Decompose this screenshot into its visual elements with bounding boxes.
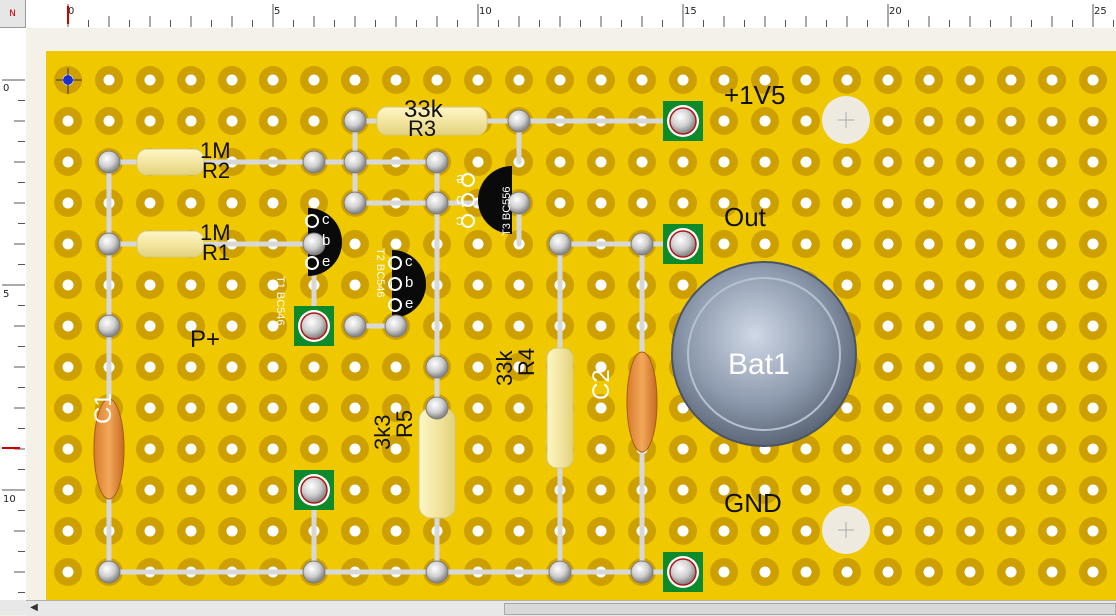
- stripboard[interactable]: [26, 28, 1116, 600]
- solder-node-0: [97, 150, 121, 174]
- ruler-ticks-top: [67, 4, 1114, 27]
- r4-name-label: R4: [514, 347, 539, 376]
- solder-node-18: [302, 560, 326, 584]
- solder-node-10: [425, 191, 449, 215]
- horizontal-scrollbar[interactable]: ◀: [26, 600, 1116, 616]
- out-label: Out: [724, 202, 766, 232]
- vertical-ruler: 0 5 10: [0, 28, 27, 600]
- pcb-canvas[interactable]: 33k R3 1M R2 1M R1 P+ +1V5 Out GND Bat1 …: [26, 28, 1116, 600]
- t1-pin-c: c: [322, 211, 330, 228]
- terminal-gnd-hole: [669, 558, 697, 586]
- terminal-p-plus-hole: [300, 312, 328, 340]
- solder-node-17: [630, 232, 654, 256]
- capacitor-c2: [626, 351, 658, 453]
- ruler-ticks-left: [2, 79, 25, 593]
- ruler-origin-button[interactable]: N: [0, 0, 26, 28]
- bat1-label: Bat1: [728, 348, 790, 381]
- horizontal-ruler: 0 5 10 15 20 25: [0, 0, 1116, 29]
- solder-node-12: [343, 314, 367, 338]
- scroll-left-arrow-icon[interactable]: ◀: [28, 602, 40, 614]
- gnd-label: GND: [724, 488, 782, 518]
- solder-node-7: [343, 109, 367, 133]
- t1-pin-e: e: [322, 253, 331, 270]
- r5-name-label: R5: [392, 409, 417, 438]
- resistor-r2: [136, 148, 205, 176]
- solder-node-16: [548, 232, 572, 256]
- terminal-vplus-hole: [669, 107, 697, 135]
- r3-name-label: R3: [408, 116, 437, 141]
- t3-pin-c: c: [456, 213, 464, 230]
- solder-node-20: [548, 560, 572, 584]
- solder-node-9: [343, 191, 367, 215]
- solder-node-8: [507, 109, 531, 133]
- c1-name-label: C1: [90, 393, 117, 424]
- solder-node-21: [630, 560, 654, 584]
- terminal-p-minus-hole: [300, 476, 328, 504]
- r1-name-label: R1: [202, 240, 231, 265]
- resistor-r5: [418, 407, 456, 519]
- solder-node-3: [97, 560, 121, 584]
- t1-part-label: T1 BC546: [274, 276, 286, 326]
- v-label: +1V5: [724, 80, 786, 110]
- solder-node-14: [425, 355, 449, 379]
- solder-node-2: [97, 314, 121, 338]
- t2-pin-b: b: [405, 274, 414, 291]
- solder-node-13: [384, 314, 408, 338]
- solder-node-6: [425, 150, 449, 174]
- c2-name-label: C2: [588, 369, 615, 400]
- solder-node-1: [97, 232, 121, 256]
- t3-pin-e: e: [456, 171, 465, 188]
- plus-label: P+: [190, 326, 221, 353]
- solder-node-15: [425, 396, 449, 420]
- t3-part-label: T3 BC556: [501, 186, 513, 236]
- terminal-out-hole: [669, 230, 697, 258]
- solder-node-4: [302, 150, 326, 174]
- t2-part-label: T2 BC546: [374, 248, 386, 298]
- resistor-r4: [546, 347, 574, 469]
- t3-pin-b: b: [456, 192, 465, 209]
- t2-pin-c: c: [405, 253, 413, 270]
- solder-node-19: [425, 560, 449, 584]
- solder-node-5: [343, 150, 367, 174]
- r2-name-label: R2: [202, 158, 231, 183]
- t2-pin-e: e: [405, 295, 414, 312]
- t1-pin-b: b: [322, 232, 331, 249]
- resistor-r1: [136, 230, 205, 258]
- scrollbar-thumb[interactable]: [504, 603, 1116, 615]
- scroll-corner: [0, 600, 26, 615]
